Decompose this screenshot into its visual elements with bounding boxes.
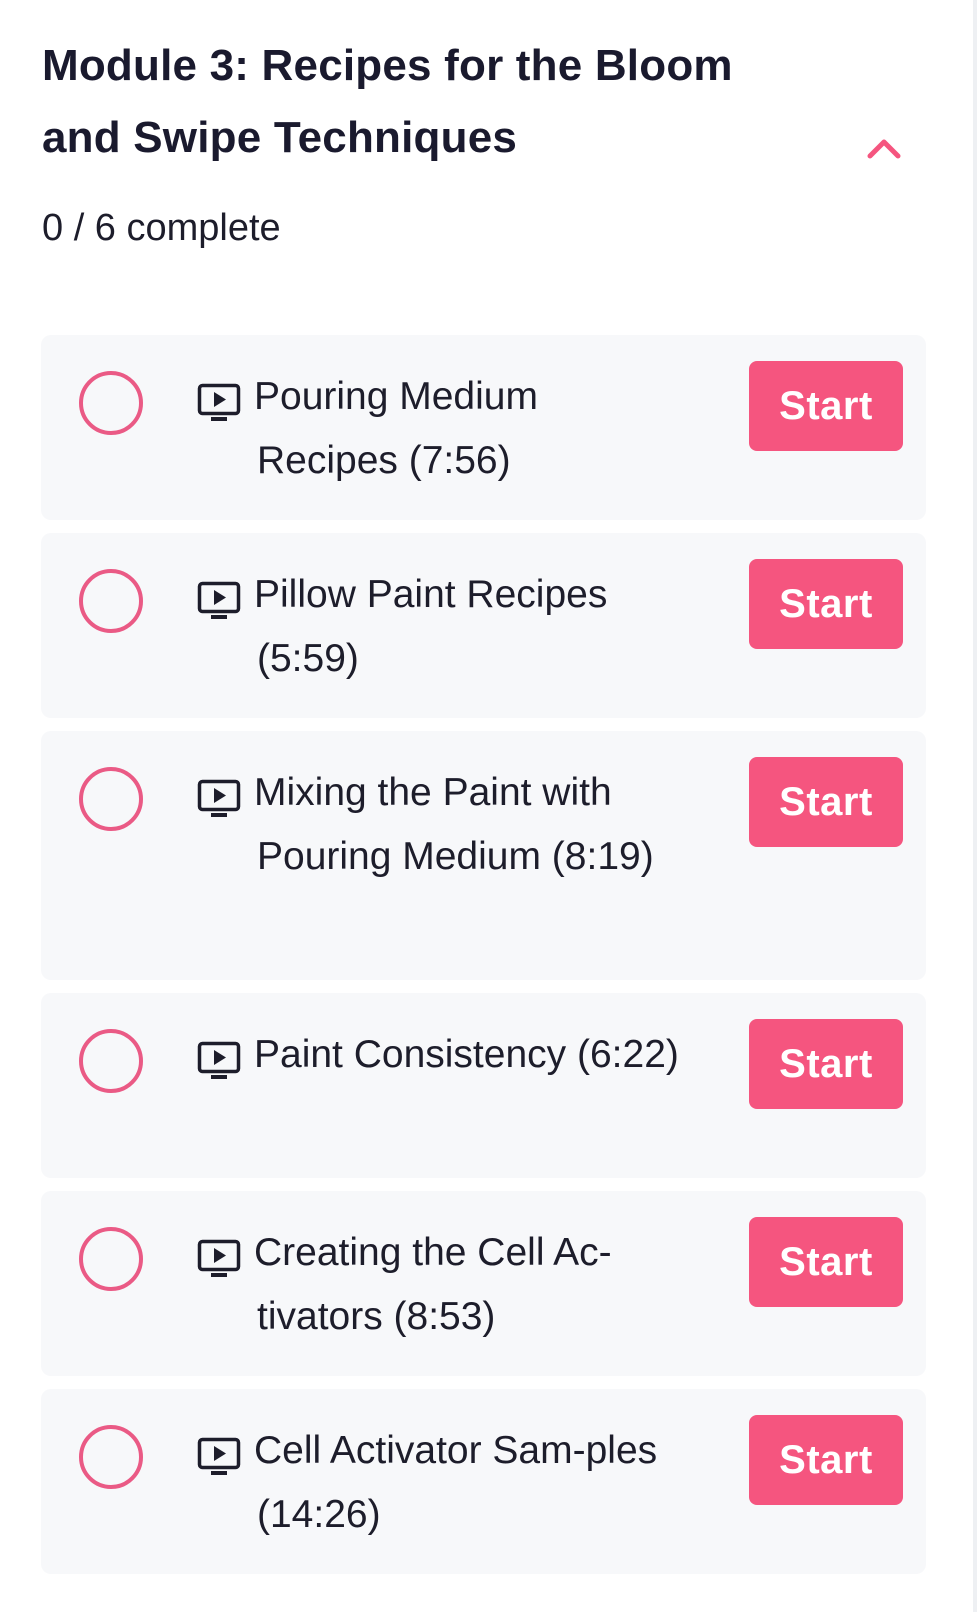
start-button[interactable]: Start (749, 559, 903, 649)
progress-text: 0 / 6 complete (42, 207, 281, 249)
lesson-item[interactable]: Paint Consistency (6:22) Start (41, 993, 926, 1178)
chevron-up-icon[interactable] (862, 128, 906, 172)
completion-circle-icon[interactable] (79, 569, 143, 633)
video-icon (197, 383, 241, 423)
scrollbar-track[interactable] (973, 0, 977, 1612)
video-icon (197, 779, 241, 819)
start-button[interactable]: Start (749, 1415, 903, 1505)
start-button[interactable]: Start (749, 1019, 903, 1109)
completion-circle-icon[interactable] (79, 1227, 143, 1291)
lesson-title[interactable]: Cell Activator Sam-ples (14:26) (254, 1419, 687, 1547)
completion-circle-icon[interactable] (79, 767, 143, 831)
lesson-item[interactable]: Mixing the Paint with Pouring Medium (8:… (41, 731, 926, 980)
lesson-item[interactable]: Pillow Paint Recipes (5:59) Start (41, 533, 926, 718)
lesson-item[interactable]: Pouring Medium Recipes (7:56) Start (41, 335, 926, 520)
lesson-title[interactable]: Mixing the Paint with Pouring Medium (8:… (254, 761, 687, 889)
lesson-title[interactable]: Pillow Paint Recipes (5:59) (254, 563, 687, 691)
lesson-title[interactable]: Paint Consistency (6:22) (254, 1023, 687, 1087)
completion-circle-icon[interactable] (79, 371, 143, 435)
start-button[interactable]: Start (749, 1217, 903, 1307)
video-icon (197, 1239, 241, 1279)
completion-circle-icon[interactable] (79, 1425, 143, 1489)
lesson-item[interactable]: Creating the Cell Ac-tivators (8:53) Sta… (41, 1191, 926, 1376)
lesson-title[interactable]: Pouring Medium Recipes (7:56) (254, 365, 687, 493)
video-icon (197, 581, 241, 621)
module-header: Module 3: Recipes for the Bloom and Swip… (42, 30, 922, 170)
video-icon (197, 1437, 241, 1477)
video-icon (197, 1041, 241, 1081)
lesson-title[interactable]: Creating the Cell Ac-tivators (8:53) (254, 1221, 687, 1349)
start-button[interactable]: Start (749, 757, 903, 847)
module-title: Module 3: Recipes for the Bloom and Swip… (42, 41, 733, 162)
start-button[interactable]: Start (749, 361, 903, 451)
completion-circle-icon[interactable] (79, 1029, 143, 1093)
lesson-item[interactable]: Cell Activator Sam-ples (14:26) Start (41, 1389, 926, 1574)
lesson-list: Pouring Medium Recipes (7:56) Start Pill… (41, 335, 926, 1587)
